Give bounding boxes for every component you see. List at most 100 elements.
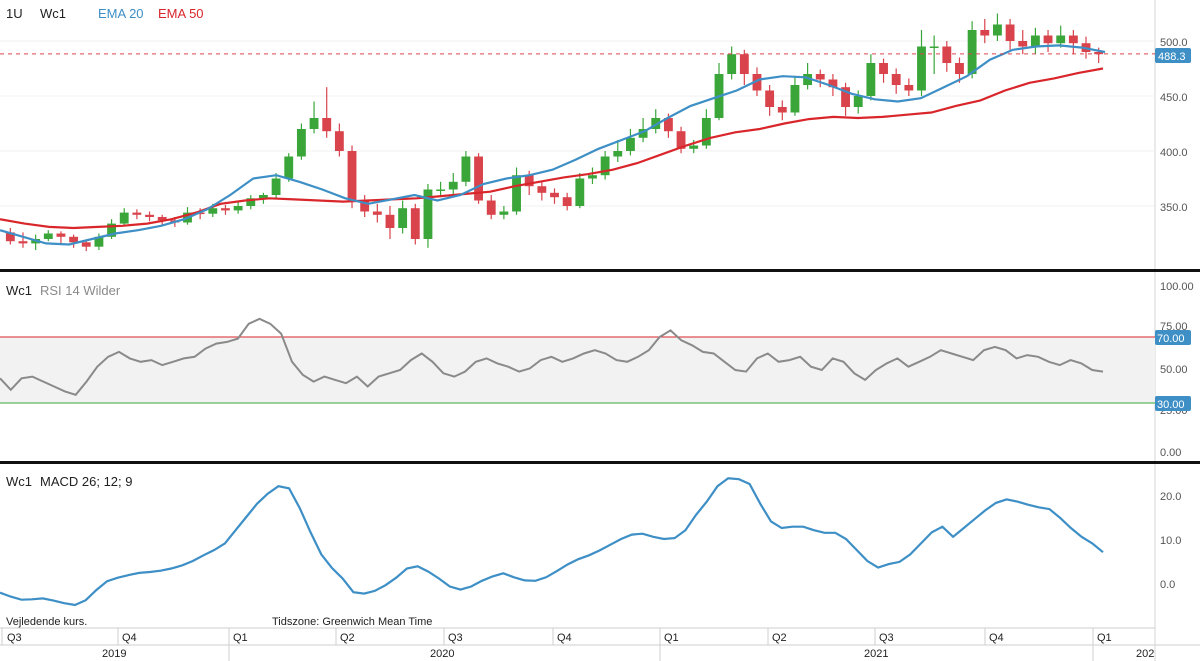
candle-body [284, 156, 294, 179]
ema20-line [0, 44, 1106, 246]
candle-body [410, 208, 420, 239]
candle-body [917, 46, 926, 91]
rsi-symbol-label[interactable]: Wc1 [6, 283, 32, 298]
quarter-label-q1-2021: Q1 [664, 632, 679, 644]
year-axis: 2019 2020 2021 202 [102, 645, 1154, 661]
candle-body [739, 54, 749, 74]
candle-body [765, 90, 775, 107]
chart-canvas: 1U Wc1 EMA 20 EMA 50 500.0 450.0 400.0 3… [0, 0, 1200, 661]
quarter-label-q3-2020: Q3 [448, 632, 463, 644]
candle-body [145, 214, 154, 217]
candle-body [322, 118, 332, 132]
quarter-label-q4-2020: Q4 [557, 632, 572, 644]
interval-label[interactable]: 1U [6, 6, 23, 21]
candle-body [398, 208, 408, 228]
candle-body [132, 212, 142, 215]
quarter-label-q3-2019: Q3 [7, 632, 22, 644]
candle-body [334, 131, 344, 151]
macd-tick-0: 0.0 [1160, 579, 1175, 591]
quarter-label-q1-2020: Q1 [233, 632, 248, 644]
year-label-2020: 2020 [430, 648, 454, 660]
rsi-band [0, 337, 1155, 403]
candle-body [448, 181, 458, 190]
quarter-label-q4-2019: Q4 [122, 632, 137, 644]
candle-body [1005, 24, 1015, 41]
candle-body [701, 118, 711, 146]
candle-body [233, 206, 243, 211]
candle-body [942, 46, 952, 63]
candle-body [499, 211, 509, 215]
candle-body [866, 63, 876, 96]
candle-body [853, 96, 863, 107]
candle-body [512, 175, 521, 212]
candle-body [955, 63, 964, 74]
candle-body [347, 151, 357, 201]
quarter-label-q3-2021: Q3 [879, 632, 894, 644]
candle-body [309, 118, 319, 129]
candle-body [56, 233, 66, 237]
candle-body [1018, 41, 1028, 47]
year-label-2021: 2021 [864, 648, 888, 660]
candle-body [537, 186, 547, 193]
macd-tick-20: 20.0 [1160, 491, 1181, 503]
candle-body [689, 145, 699, 149]
candle-body [81, 242, 91, 247]
price-tick-400: 400.0 [1160, 147, 1188, 159]
candle-body [727, 54, 737, 74]
candle-body [967, 30, 977, 74]
candle-body [588, 175, 597, 179]
candle-body [550, 192, 559, 198]
candle-body [461, 156, 471, 182]
rsi-lower-badge-text: 30.00 [1157, 399, 1185, 411]
macd-tick-10: 10.0 [1160, 535, 1181, 547]
price-tick-350: 350.0 [1160, 202, 1188, 214]
rsi-tick-0: 0.00 [1160, 447, 1181, 459]
price-tick-500: 500.0 [1160, 37, 1188, 49]
rsi-tick-50: 50.00 [1160, 364, 1188, 376]
macd-indicator-label[interactable]: MACD 26; 12; 9 [40, 474, 133, 489]
price-tick-450: 450.0 [1160, 92, 1188, 104]
quarter-axis: Q3 Q4 Q1 Q2 Q3 Q4 Q1 Q2 Q3 Q4 Q1 [1, 628, 1112, 645]
candle-body [1056, 35, 1066, 44]
candle-body [904, 85, 914, 91]
quarter-label-q1-2022: Q1 [1097, 632, 1112, 644]
candle-body [891, 74, 901, 85]
candle-body [613, 151, 623, 157]
candle-body [1068, 35, 1078, 44]
candle-body [790, 85, 800, 113]
indicative-price-note: Vejledende kurs. [6, 616, 87, 628]
candle-body [777, 107, 787, 113]
candle-body [993, 24, 1002, 36]
macd-symbol-label[interactable]: Wc1 [6, 474, 32, 489]
quarter-label-q4-2021: Q4 [989, 632, 1004, 644]
candle-body [271, 178, 281, 195]
panel-divider-2 [0, 461, 1200, 464]
candle-body [575, 178, 585, 206]
candle-body [18, 241, 28, 244]
quarter-label-q2-2021: Q2 [772, 632, 787, 644]
candle-body [69, 236, 79, 243]
candle-body [221, 208, 230, 211]
candle-body [43, 233, 53, 239]
rsi-upper-badge-text: 70.00 [1157, 333, 1185, 345]
candle-body [372, 211, 382, 215]
quarter-label-q2-2020: Q2 [340, 632, 355, 644]
candle-body [929, 46, 939, 48]
rsi-indicator-label[interactable]: RSI 14 Wilder [40, 283, 121, 298]
candle-body [486, 200, 496, 215]
year-label-2022: 202 [1136, 648, 1154, 660]
symbol-label[interactable]: Wc1 [40, 6, 66, 21]
candle-body [385, 214, 395, 228]
candle-body [562, 197, 572, 206]
candle-body [879, 63, 888, 74]
candle-body [296, 129, 306, 157]
candlestick-series [5, 13, 1104, 252]
year-label-2019: 2019 [102, 648, 126, 660]
rsi-tick-100: 100.00 [1160, 281, 1194, 293]
candle-body [1030, 35, 1040, 47]
candle-body [626, 137, 635, 151]
last-price-value: 488.3 [1158, 51, 1186, 63]
ema20-legend[interactable]: EMA 20 [98, 6, 144, 21]
candle-body [1043, 35, 1053, 44]
ema50-legend[interactable]: EMA 50 [158, 6, 204, 21]
